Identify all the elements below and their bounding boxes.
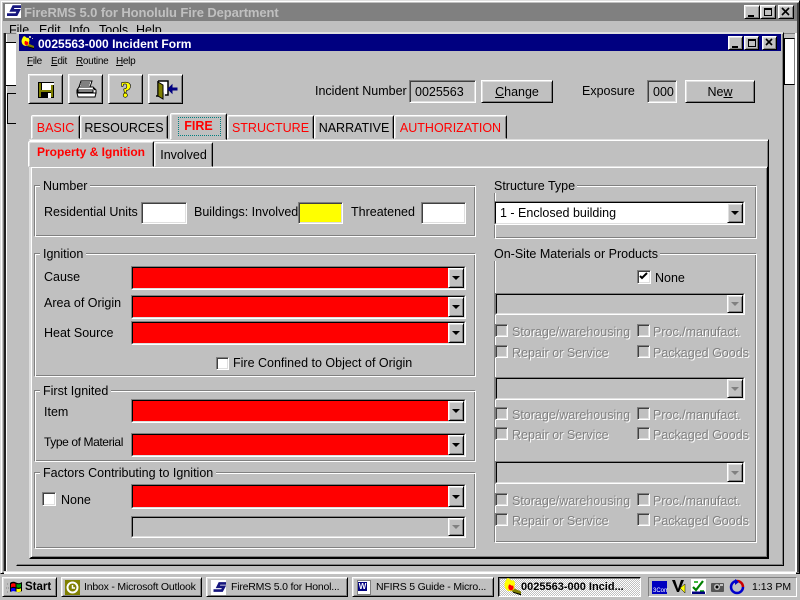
svg-text:3Com: 3Com: [653, 588, 668, 594]
svg-text:?: ?: [121, 78, 132, 102]
